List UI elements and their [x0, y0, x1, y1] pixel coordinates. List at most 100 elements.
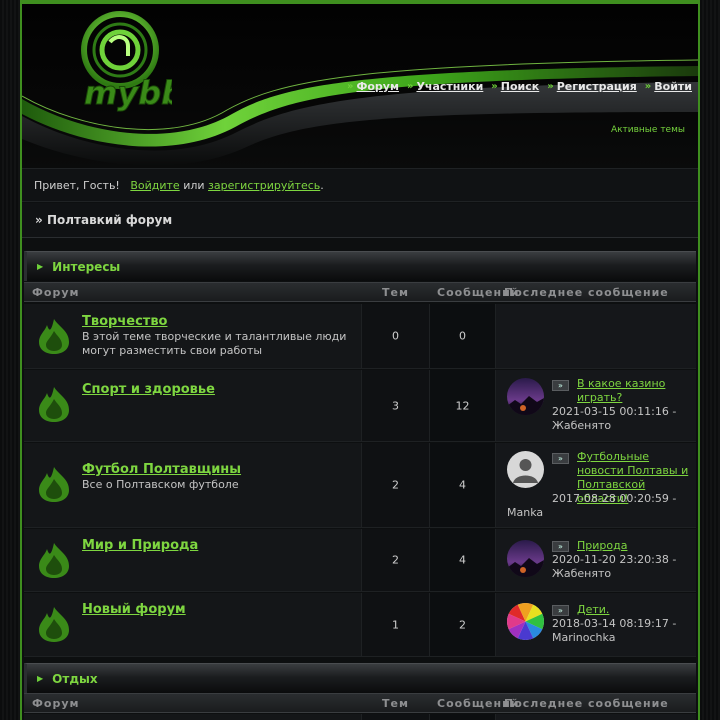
forum-row: Мир и Природа 2 4 » Природа 2020-11-20 2…	[24, 529, 696, 592]
topics-cell: 1	[361, 593, 429, 656]
forum-flame-icon	[39, 543, 69, 578]
nav-forum[interactable]: » Форум	[347, 80, 399, 93]
last-post-cell: » Дети. 2018-03-14 08:19:17 - Marinochka	[495, 593, 696, 656]
last-post-title[interactable]: Дети.	[577, 603, 692, 617]
forum-title-link[interactable]: Творчество	[82, 314, 167, 329]
nav-members-label[interactable]: Участники	[416, 80, 483, 93]
col-last-post: Последнее сообщение	[504, 697, 669, 710]
forum-cell	[24, 714, 361, 720]
night-landscape-avatar[interactable]	[507, 378, 544, 415]
logo-lettering: mybb	[84, 74, 172, 112]
active-topics-link[interactable]: Активные темы	[611, 125, 685, 135]
forum-title-link[interactable]: Спорт и здоровье	[82, 382, 215, 397]
collapse-arrow-icon[interactable]: ▶	[37, 674, 43, 683]
forum-title-link[interactable]: Новый форум	[82, 602, 186, 617]
breadcrumb-arrow: »	[35, 213, 43, 227]
last-post-author[interactable]: Marinochka	[552, 631, 615, 645]
category-title[interactable]: Отдых	[52, 672, 97, 686]
go-to-post-icon[interactable]: »	[552, 605, 569, 616]
last-post-cell: » В какое казино играть? 2021-03-15 00:1…	[495, 370, 696, 441]
category-header[interactable]: ▶ Интересы	[24, 251, 696, 281]
nav-forum-label[interactable]: Форум	[356, 80, 399, 93]
last-post-title[interactable]: Природа	[577, 539, 692, 553]
or-text: или	[183, 179, 205, 192]
forum-flame-icon	[39, 319, 69, 354]
topics-count: 3	[392, 399, 399, 412]
forum-flame-icon	[39, 467, 69, 502]
forum-description: Все о Полтавском футболе	[82, 478, 239, 491]
breadcrumb-title[interactable]: Полтавкий форум	[47, 213, 172, 227]
last-post-cell: » Футбольные новости Полтавы и Полтавско…	[495, 443, 696, 527]
posts-count: 4	[459, 478, 466, 492]
last-post-author[interactable]: Жабенято	[552, 419, 611, 433]
collapse-arrow-icon[interactable]: ▶	[37, 262, 43, 271]
default-user-avatar[interactable]	[507, 451, 544, 488]
last-post-cell	[495, 304, 696, 368]
double-arrow-icon: »	[347, 81, 354, 92]
posts-cell: 4	[429, 529, 495, 591]
mybb-logo: mybb	[81, 11, 172, 113]
posts-cell: 4	[429, 443, 495, 527]
double-arrow-icon: »	[547, 81, 554, 92]
welcome-bar: Привет, Гость! Войдите или зарегистрируй…	[22, 168, 698, 202]
forum-cell: Футбол Полтавщины Все о Полтавском футбо…	[24, 443, 361, 527]
topics-cell: 0	[361, 304, 429, 368]
forum-flame-icon	[39, 387, 69, 422]
nav-register[interactable]: » Регистрация	[547, 80, 637, 93]
double-arrow-icon: »	[644, 81, 652, 92]
forum-row: Творчество В этой теме творческие и тала…	[24, 304, 696, 369]
go-to-post-icon[interactable]: »	[552, 453, 569, 464]
col-last-post: Последнее сообщение	[504, 286, 669, 299]
forum-title-link[interactable]: Футбол Полтавщины	[82, 462, 241, 477]
period-text: .	[320, 179, 324, 192]
forum-cell: Творчество В этой теме творческие и тала…	[24, 304, 361, 368]
forum-row: Новый форум 1 2 » Дети. 2018-03-14 08:19…	[24, 593, 696, 657]
topics-cell	[361, 714, 429, 720]
nav-search-label[interactable]: Поиск	[501, 80, 539, 93]
forum-row: Футбол Полтавщины Все о Полтавском футбо…	[24, 443, 696, 528]
last-post-cell	[495, 714, 696, 720]
nav-login[interactable]: » Войти	[645, 80, 692, 93]
topics-cell: 2	[361, 443, 429, 527]
category-title[interactable]: Интересы	[52, 260, 120, 274]
last-post-author[interactable]: Жабенято	[552, 567, 611, 581]
last-post-title[interactable]: В какое казино играть?	[577, 377, 692, 405]
nav-search[interactable]: » Поиск	[491, 80, 539, 93]
column-header-row: Форум Тем Сообщений Последнее сообщение	[24, 693, 696, 713]
night-landscape-avatar[interactable]	[507, 540, 544, 577]
register-link[interactable]: зарегистрируйтесь	[208, 179, 320, 192]
forum-row: Спорт и здоровье 3 12 » В какое казино и…	[24, 370, 696, 442]
umbrella-avatar[interactable]	[507, 603, 544, 640]
last-post-author[interactable]: Manka	[507, 506, 543, 520]
posts-count: 12	[455, 399, 470, 412]
topics-count: 1	[392, 618, 399, 631]
posts-cell	[429, 714, 495, 720]
forum-row	[24, 714, 696, 720]
breadcrumb: » Полтавкий форум	[22, 203, 698, 238]
last-post-date: 2018-03-14 08:19:17 -	[552, 617, 677, 630]
forum-title-link[interactable]: Мир и Природа	[82, 538, 198, 553]
double-arrow-icon: »	[491, 81, 498, 92]
nav-login-label[interactable]: Войти	[654, 80, 692, 93]
go-to-post-icon[interactable]: »	[552, 380, 569, 391]
topics-cell: 3	[361, 370, 429, 441]
main-nav: » Форум » Участники » Поиск » Регистрация » В…	[347, 80, 692, 93]
forum-cell: Новый форум	[24, 593, 361, 656]
topics-count: 2	[392, 478, 399, 492]
last-post-date: 2017-08-28 00:20:59 -	[552, 492, 677, 505]
nav-members[interactable]: » Участники	[407, 80, 483, 93]
last-post-date: 2021-03-15 00:11:16 -	[552, 405, 677, 418]
go-to-post-icon[interactable]: »	[552, 541, 569, 552]
posts-count: 4	[459, 553, 466, 567]
posts-count: 2	[459, 618, 466, 631]
posts-cell: 0	[429, 304, 495, 368]
last-post-date: 2020-11-20 23:20:38 -	[552, 553, 677, 566]
nav-register-label[interactable]: Регистрация	[557, 80, 637, 93]
login-link[interactable]: Войдите	[130, 179, 179, 192]
col-forum: Форум	[32, 286, 80, 299]
site-header: mybb »Форум »Участники »Поиск »Регистрац…	[22, 4, 698, 168]
category-header[interactable]: ▶ Отдых	[24, 663, 696, 693]
forum-cell: Мир и Природа	[24, 529, 361, 591]
posts-cell: 12	[429, 370, 495, 441]
column-header-row: Форум Тем Сообщений Последнее сообщение	[24, 282, 696, 302]
